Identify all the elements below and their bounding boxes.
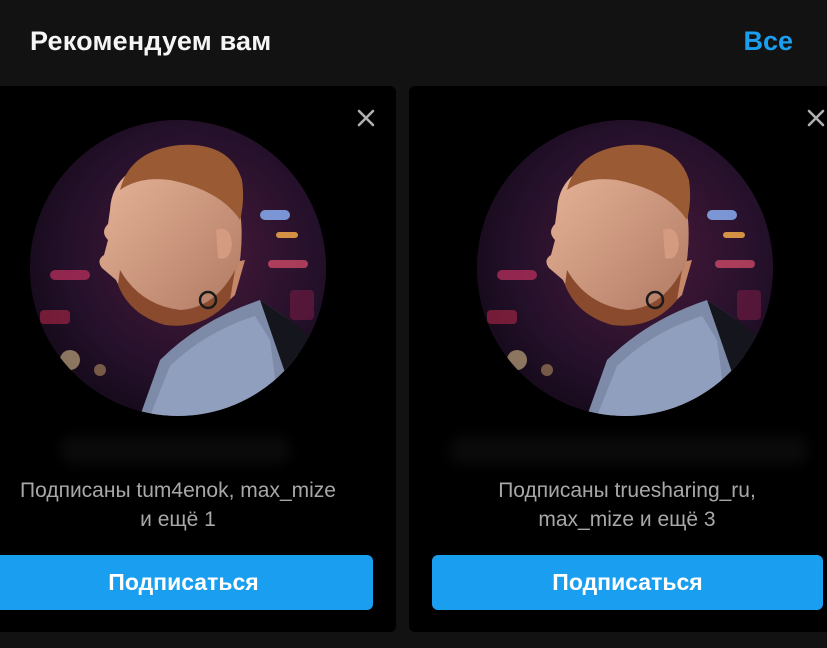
mutual-followers-line: max_mize и ещё 3 (538, 508, 716, 531)
close-icon[interactable] (354, 106, 378, 130)
profile-avatar[interactable] (477, 120, 773, 416)
username-redacted (449, 436, 809, 464)
mutual-followers-line: Подписаны truesharing_ru, (498, 479, 756, 502)
suggested-accounts-screen: Рекомендуем вам Все Подписаны tum4enok, … (0, 0, 827, 648)
mutual-followers-line: и ещё 1 (140, 508, 216, 531)
close-icon[interactable] (804, 106, 827, 130)
profile-avatar[interactable] (30, 120, 326, 416)
see-all-link[interactable]: Все (743, 26, 793, 57)
username-redacted (60, 436, 290, 464)
section-title: Рекомендуем вам (30, 26, 272, 56)
suggestion-card: Подписаны truesharing_ru, max_mize и ещё… (409, 86, 827, 632)
suggestion-card: Подписаны tum4enok, max_mize и ещё 1 Под… (0, 86, 396, 632)
mutual-followers-text: Подписаны tum4enok, max_mize и ещё 1 (0, 476, 396, 534)
follow-button[interactable]: Подписаться (0, 555, 373, 610)
mutual-followers-text: Подписаны truesharing_ru, max_mize и ещё… (409, 476, 827, 534)
suggestions-header: Рекомендуем вам Все (0, 0, 827, 86)
follow-button[interactable]: Подписаться (432, 555, 823, 610)
mutual-followers-line: Подписаны tum4enok, max_mize (20, 479, 336, 502)
